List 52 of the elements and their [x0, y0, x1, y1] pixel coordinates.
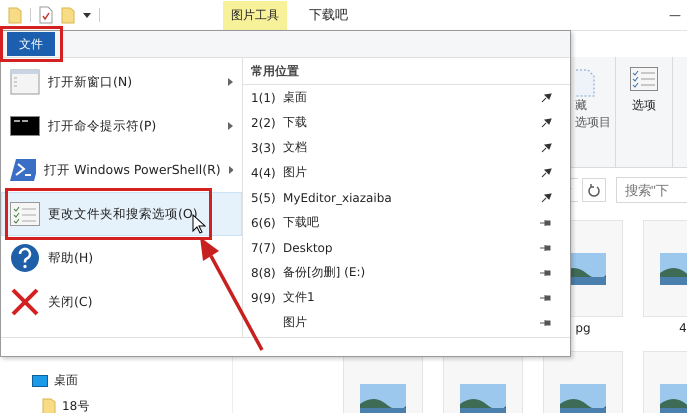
powershell-icon — [10, 158, 36, 182]
recent-place[interactable]: 6(6) 下载吧 — [243, 210, 570, 235]
desktop-icon — [32, 374, 48, 386]
hide-items-icon — [575, 69, 595, 97]
hide-label: 藏 — [575, 97, 587, 114]
section-header: 常用位置 — [243, 58, 570, 85]
close-icon — [10, 288, 40, 316]
highlight-frame — [0, 26, 63, 62]
file-name[interactable]: 4 — [679, 321, 687, 335]
pin-icon[interactable] — [541, 92, 552, 103]
pin-icon[interactable] — [540, 218, 552, 226]
hide-label: 选项目 — [575, 114, 611, 131]
file-name[interactable]: pg — [575, 321, 591, 335]
recent-place[interactable]: 5(5) MyEditor_xiazaiba — [243, 185, 570, 210]
menu-item[interactable]: 帮助(H) — [1, 236, 242, 280]
checklist-icon — [630, 67, 658, 91]
search-field[interactable]: 搜索"下 — [616, 177, 687, 203]
picture-tools-tab[interactable]: 图片工具 — [223, 0, 287, 30]
caret-icon[interactable] — [83, 12, 91, 18]
refresh-button[interactable] — [582, 178, 606, 202]
pin-icon[interactable] — [540, 268, 552, 276]
help-icon — [10, 243, 40, 273]
recent-place[interactable]: 1(1) 桌面 — [243, 85, 570, 110]
minimize-button[interactable]: — — [669, 8, 681, 22]
nav-item[interactable]: 18号 — [62, 398, 90, 413]
checklist-icon — [10, 202, 40, 226]
properties-icon[interactable] — [39, 6, 53, 24]
pin-icon[interactable] — [541, 192, 552, 203]
pin-icon[interactable] — [541, 117, 552, 128]
recent-place[interactable]: 9(9) 文件1 — [243, 285, 570, 310]
recent-place[interactable]: 7(7) Desktop — [243, 235, 570, 260]
recent-place[interactable]: 8(8) 备份[勿删] (E:) — [243, 260, 570, 285]
pin-icon[interactable] — [540, 244, 552, 252]
window-icon — [10, 69, 40, 95]
menu-item[interactable]: 打开新窗口(N) — [1, 60, 242, 104]
menu-item[interactable]: 打开 Windows PowerShell(R) — [1, 148, 242, 192]
refresh-icon — [588, 183, 600, 197]
terminal-icon — [10, 116, 40, 136]
nav-item[interactable]: 桌面 — [54, 372, 78, 389]
recent-place[interactable]: 2(2) 下载 — [243, 110, 570, 135]
menu-item[interactable]: 关闭(C) — [1, 280, 242, 324]
recent-place[interactable]: 3(3) 文档 — [243, 135, 570, 160]
pin-icon[interactable] — [540, 294, 552, 302]
recent-place[interactable]: 4(4) 图片 — [243, 160, 570, 185]
options-button[interactable]: 选项 — [616, 57, 673, 167]
pin-icon[interactable] — [541, 142, 552, 153]
file-tab[interactable]: 文件 — [7, 32, 55, 56]
pin-icon[interactable] — [540, 318, 552, 326]
window-title: 下载吧 — [309, 7, 348, 24]
pin-icon[interactable] — [541, 167, 552, 178]
menu-item[interactable]: 打开命令提示符(P) — [1, 104, 242, 148]
recent-place[interactable]: 图片 — [243, 310, 570, 335]
